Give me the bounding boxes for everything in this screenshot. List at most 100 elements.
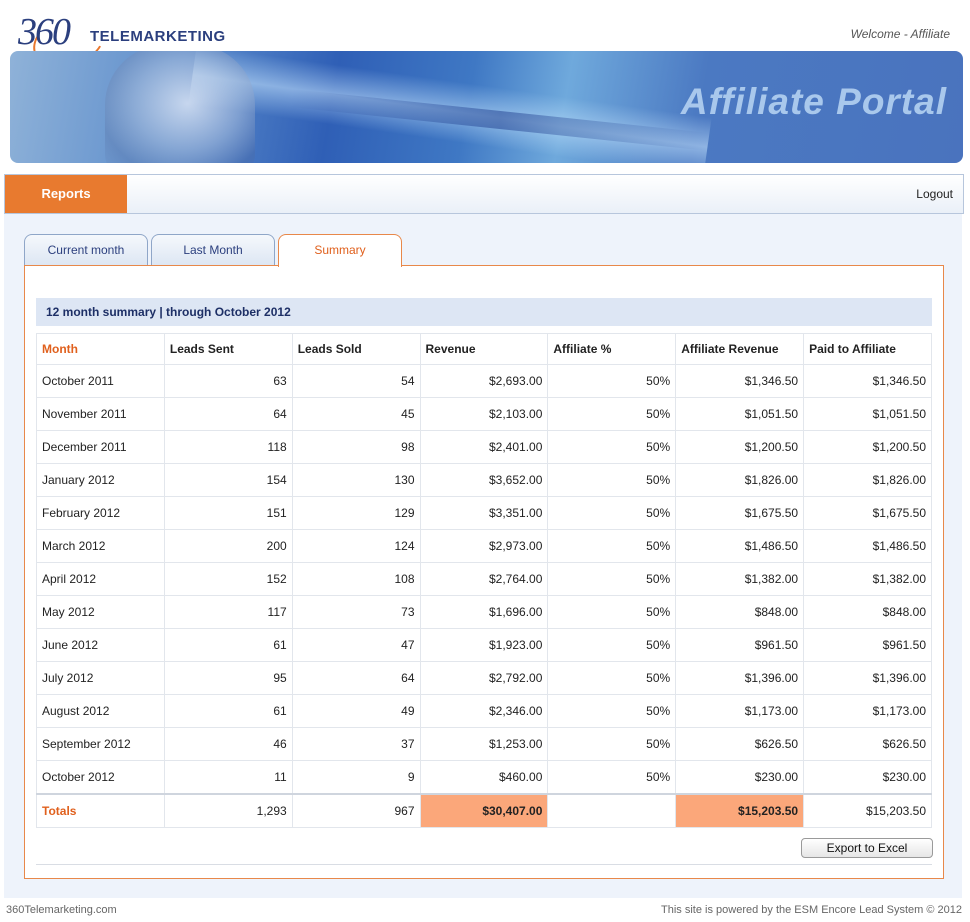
export-to-excel-button[interactable]: Export to Excel [801, 838, 933, 858]
cell-leads-sold: 108 [291, 562, 421, 596]
cell-month: July 2012 [36, 661, 165, 695]
table-row: October 2011 63 54 $2,693.00 50% $1,346.50 $1,… [36, 364, 932, 398]
cell-leads-sent: 118 [163, 430, 293, 464]
cell-affiliate-revenue: $1,173.00 [675, 694, 805, 728]
table-row: November 2011 64 45 $2,103.00 50% $1,051.50 $1… [36, 397, 932, 431]
totals-revenue: $30,407.00 [419, 793, 549, 828]
cell-month: August 2012 [36, 694, 165, 728]
cell-month: September 2012 [36, 727, 165, 761]
cell-month: June 2012 [36, 628, 165, 662]
table-row: August 2012 61 49 $2,346.00 50% $1,173.00 $1,1… [36, 694, 932, 728]
cell-leads-sent: 64 [163, 397, 293, 431]
cell-leads-sold: 129 [291, 496, 421, 530]
cell-leads-sent: 63 [163, 364, 293, 398]
cell-paid-to-affiliate: $1,051.50 [803, 397, 932, 431]
totals-affiliate-revenue: $15,203.50 [675, 793, 805, 828]
cell-leads-sold: 130 [291, 463, 421, 497]
column-header-month: Month [36, 333, 165, 365]
table-row: December 2011 118 98 $2,401.00 50% $1,200.50 $… [36, 430, 932, 464]
table-row: February 2012 151 129 $3,351.00 50% $1,675.50… [36, 496, 932, 530]
cell-month: October 2011 [36, 364, 165, 398]
cell-paid-to-affiliate: $230.00 [803, 760, 932, 795]
cell-leads-sent: 61 [163, 628, 293, 662]
table-row: October 2012 11 9 $460.00 50% $230.00 $230.00 [36, 760, 932, 795]
table-row: April 2012 152 108 $2,764.00 50% $1,382.00 $1,… [36, 562, 932, 596]
cell-revenue: $2,764.00 [419, 562, 549, 596]
column-header-revenue: Revenue [419, 333, 549, 365]
cell-paid-to-affiliate: $1,486.50 [803, 529, 932, 563]
cell-paid-to-affiliate: $1,396.00 [803, 661, 932, 695]
column-header-leads-sent: Leads Sent [163, 333, 293, 365]
cell-revenue: $2,792.00 [419, 661, 549, 695]
cell-paid-to-affiliate: $1,346.50 [803, 364, 932, 398]
cell-paid-to-affiliate: $848.00 [803, 595, 932, 629]
table-row: May 2012 117 73 $1,696.00 50% $848.00 $848.00 [36, 595, 932, 629]
footer-site-link[interactable]: 360Telemarketing.com [6, 904, 117, 916]
cell-paid-to-affiliate: $1,200.50 [803, 430, 932, 464]
cell-affiliate-revenue: $1,396.00 [675, 661, 805, 695]
cell-paid-to-affiliate: $1,382.00 [803, 562, 932, 596]
column-header-affiliate-pct: Affiliate % [547, 333, 677, 365]
column-header-leads-sold: Leads Sold [291, 333, 421, 365]
cell-affiliate-pct: 50% [547, 364, 677, 398]
totals-affiliate-pct [547, 793, 677, 828]
cell-month: October 2012 [36, 760, 165, 795]
cell-affiliate-revenue: $848.00 [675, 595, 805, 629]
banner-title: Affiliate Portal [680, 81, 947, 122]
cell-affiliate-revenue: $1,675.50 [675, 496, 805, 530]
cell-leads-sold: 124 [291, 529, 421, 563]
cell-revenue: $2,346.00 [419, 694, 549, 728]
cell-revenue: $1,923.00 [419, 628, 549, 662]
cell-paid-to-affiliate: $1,675.50 [803, 496, 932, 530]
table-row: January 2012 154 130 $3,652.00 50% $1,826.00 $… [36, 463, 932, 497]
cell-leads-sold: 49 [291, 694, 421, 728]
cell-month: December 2011 [36, 430, 165, 464]
cell-leads-sent: 61 [163, 694, 293, 728]
cell-affiliate-pct: 50% [547, 430, 677, 464]
cell-affiliate-revenue: $1,200.50 [675, 430, 805, 464]
tab-summary[interactable]: Summary [278, 234, 402, 267]
totals-label: Totals [36, 793, 165, 828]
cell-affiliate-revenue: $626.50 [675, 727, 805, 761]
table-row: September 2012 46 37 $1,253.00 50% $626.50 $62… [36, 727, 932, 761]
tab-current-month[interactable]: Current month [24, 234, 148, 266]
cell-affiliate-pct: 50% [547, 694, 677, 728]
cell-revenue: $1,253.00 [419, 727, 549, 761]
nav-reports[interactable]: Reports [5, 175, 127, 213]
tab-last-month[interactable]: Last Month [151, 234, 275, 266]
table-row: March 2012 200 124 $2,973.00 50% $1,486.50 $1,… [36, 529, 932, 563]
logo-wordmark: TELEMARKETING [90, 28, 226, 45]
cell-affiliate-pct: 50% [547, 463, 677, 497]
column-header-affiliate-revenue: Affiliate Revenue [675, 333, 805, 365]
divider [36, 864, 932, 865]
cell-affiliate-pct: 50% [547, 562, 677, 596]
cell-affiliate-revenue: $1,382.00 [675, 562, 805, 596]
cell-revenue: $2,693.00 [419, 364, 549, 398]
cell-leads-sold: 98 [291, 430, 421, 464]
logout-link[interactable]: Logout [916, 175, 953, 213]
summary-title: 12 month summary | through October 2012 [36, 298, 932, 326]
cell-leads-sent: 95 [163, 661, 293, 695]
summary-table: Month Leads Sent Leads Sold Revenue Affi… [36, 333, 932, 828]
cell-affiliate-revenue: $1,826.00 [675, 463, 805, 497]
footer-powered-by: This site is powered by the ESM Encore L… [661, 904, 962, 916]
cell-affiliate-revenue: $961.50 [675, 628, 805, 662]
welcome-text: Welcome - Affiliate [850, 27, 950, 41]
cell-leads-sold: 54 [291, 364, 421, 398]
cell-leads-sold: 73 [291, 595, 421, 629]
cell-leads-sent: 200 [163, 529, 293, 563]
cell-leads-sold: 37 [291, 727, 421, 761]
cell-leads-sent: 11 [163, 760, 293, 795]
cell-leads-sent: 46 [163, 727, 293, 761]
logo-number: 360 [18, 11, 71, 53]
cell-paid-to-affiliate: $1,826.00 [803, 463, 932, 497]
cell-affiliate-revenue: $1,346.50 [675, 364, 805, 398]
summary-panel: 12 month summary | through October 2012 … [24, 265, 944, 879]
cell-affiliate-pct: 50% [547, 496, 677, 530]
cell-leads-sent: 117 [163, 595, 293, 629]
cell-revenue: $3,652.00 [419, 463, 549, 497]
cell-paid-to-affiliate: $961.50 [803, 628, 932, 662]
cell-revenue: $2,401.00 [419, 430, 549, 464]
cell-leads-sold: 9 [291, 760, 421, 795]
cell-revenue: $460.00 [419, 760, 549, 795]
